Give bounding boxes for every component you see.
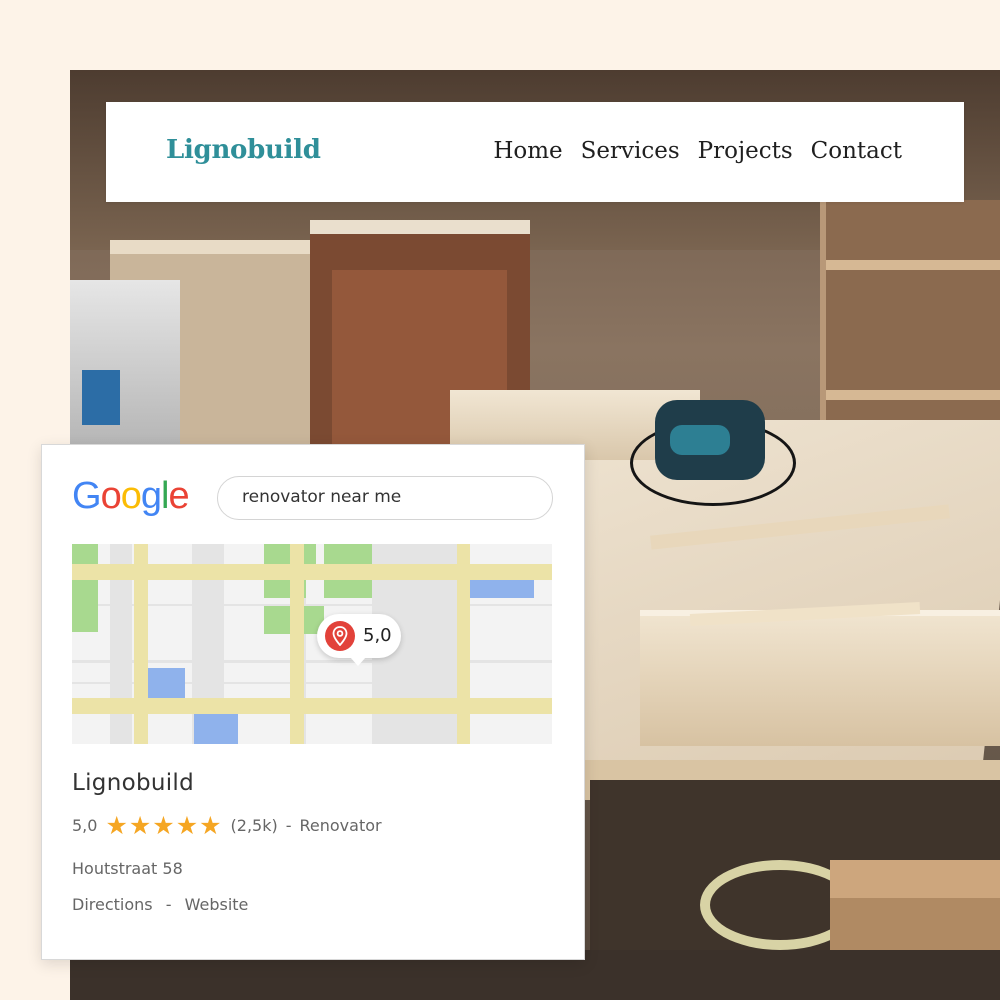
- nav-contact[interactable]: Contact: [811, 138, 902, 164]
- photo-shelf-board: [826, 390, 1000, 400]
- map-road: [134, 544, 148, 744]
- map-water: [194, 714, 238, 744]
- map-park: [72, 544, 98, 564]
- review-count[interactable]: (2,5k): [231, 816, 278, 835]
- photo-cardboard-flap: [830, 860, 1000, 898]
- nav-projects[interactable]: Projects: [698, 138, 793, 164]
- nav-links: Home Services Projects Contact: [493, 138, 902, 164]
- star-rating-icon: ★★★★★: [105, 811, 223, 840]
- directions-link[interactable]: Directions: [72, 895, 153, 914]
- business-address: Houtstraat 58: [72, 859, 183, 878]
- rating-value: 5,0: [72, 816, 98, 835]
- site-logo[interactable]: Lignobuild: [166, 135, 321, 165]
- rating-row: 5,0 ★★★★★ (2,5k) - Renovator: [72, 813, 382, 838]
- photo-shelf-board: [826, 260, 1000, 270]
- google-logo-letter: g: [140, 475, 162, 517]
- search-box[interactable]: [217, 476, 553, 520]
- separator: -: [285, 816, 292, 835]
- map-road: [290, 544, 304, 744]
- nav-home[interactable]: Home: [493, 138, 562, 164]
- search-input[interactable]: [240, 486, 534, 508]
- map-road: [457, 544, 470, 744]
- site-navbar: Lignobuild Home Services Projects Contac…: [106, 102, 964, 202]
- google-logo-letter: o: [120, 475, 142, 517]
- business-name[interactable]: Lignobuild: [72, 770, 194, 796]
- separator: -: [165, 895, 172, 914]
- google-logo-letter: G: [72, 475, 102, 517]
- map-water: [470, 580, 534, 598]
- map-rating-bubble[interactable]: 5,0: [317, 614, 401, 666]
- business-category: Renovator: [299, 816, 382, 835]
- map-pin-rating: 5,0: [363, 625, 392, 646]
- google-logo-letter: e: [168, 475, 189, 517]
- google-logo-letter: o: [100, 475, 122, 517]
- listing-actions: Directions - Website: [72, 895, 248, 914]
- photo-machine-panel: [82, 370, 120, 425]
- nav-services[interactable]: Services: [581, 138, 680, 164]
- website-link[interactable]: Website: [185, 895, 249, 914]
- map-pin-icon: [325, 621, 355, 651]
- map-view[interactable]: 5,0: [72, 544, 552, 744]
- map-park: [72, 580, 98, 632]
- map-street-minor: [72, 682, 372, 684]
- photo-circular-saw-top: [670, 425, 730, 455]
- map-water: [148, 668, 185, 698]
- google-listing-card: Google renovator near me 5,0 Lignobuild …: [41, 444, 585, 960]
- google-logo: Google: [72, 475, 190, 518]
- photo-wooden-box: [640, 610, 1000, 746]
